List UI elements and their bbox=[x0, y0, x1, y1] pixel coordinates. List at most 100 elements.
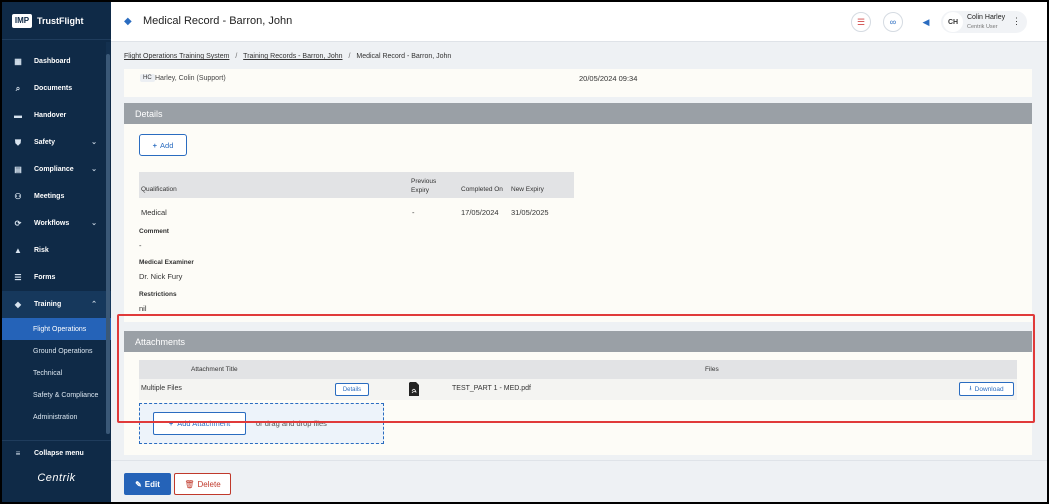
brand[interactable]: IMP TrustFlight bbox=[2, 2, 111, 40]
author-name: Harley, Colin (Support) bbox=[155, 75, 226, 82]
examiner-label: Medical Examiner bbox=[139, 259, 194, 266]
sidebar-item-label: Meetings bbox=[34, 193, 65, 200]
column-new-expiry: New Expiry bbox=[511, 186, 544, 193]
forms-icon: ☰ bbox=[14, 273, 22, 282]
sidebar-subitem-safety-compliance[interactable]: Safety & Compliance bbox=[2, 384, 111, 406]
record-date: 20/05/2024 09:34 bbox=[579, 74, 638, 83]
record-content: HC Harley, Colin (Support) 20/05/2024 09… bbox=[124, 69, 1032, 455]
edit-icon: ✎ bbox=[135, 479, 142, 489]
section-gap bbox=[124, 322, 1032, 331]
sidebar-item-dashboard[interactable]: ▦ Dashboard bbox=[2, 48, 111, 75]
collapse-menu-button[interactable]: ≡ Collapse menu bbox=[2, 440, 111, 466]
column-previous-expiry: Previous Expiry bbox=[411, 178, 437, 194]
sidebar-item-label: Compliance bbox=[34, 166, 74, 173]
edit-label: Edit bbox=[144, 479, 160, 489]
column-qualification: Qualification bbox=[141, 186, 177, 193]
kebab-menu-icon[interactable]: ⋮ bbox=[1012, 16, 1021, 27]
comment-value: - bbox=[139, 241, 142, 250]
sidebar-item-label: Safety bbox=[34, 139, 56, 146]
author-initials: HC bbox=[140, 74, 155, 82]
file-name-link[interactable]: TEST_PART 1 - MED.pdf bbox=[452, 385, 531, 392]
brand-name: TrustFlight bbox=[37, 15, 84, 26]
link-icon: ∞ bbox=[889, 17, 897, 27]
examiner-value: Dr. Nick Fury bbox=[139, 272, 183, 281]
attachment-title: Multiple Files bbox=[141, 385, 182, 392]
sidebar-item-label: Documents bbox=[34, 85, 73, 92]
details-button[interactable]: Details bbox=[335, 383, 369, 396]
cell-previous-expiry: - bbox=[412, 208, 415, 217]
edit-button[interactable]: ✎ Edit bbox=[124, 473, 171, 495]
sidebar-item-meetings[interactable]: ⚇ Meetings bbox=[2, 183, 111, 210]
paperclip-icon: ⌕ bbox=[15, 83, 21, 93]
table-row: Medical - 17/05/2024 31/05/2025 bbox=[139, 198, 574, 225]
comment-label: Comment bbox=[139, 228, 169, 235]
breadcrumb: Flight Operations Training System / Trai… bbox=[124, 53, 451, 60]
sidebar-subitem-technical[interactable]: Technical bbox=[2, 362, 111, 384]
table-row: Multiple Files Details TEST_PART 1 - MED… bbox=[139, 379, 1017, 400]
user-role: Centrik User bbox=[967, 24, 998, 30]
reports-button[interactable]: ☰ bbox=[851, 12, 871, 32]
page-title-main: Medical Record bbox=[143, 15, 220, 27]
user-menu[interactable]: CH Colin Harley Centrik User ⋮ bbox=[941, 11, 1027, 33]
breadcrumb-link-training-records[interactable]: Training Records - Barron, John bbox=[243, 53, 342, 60]
sidebar-subitem-ground-operations[interactable]: Ground Operations bbox=[2, 340, 111, 362]
download-label: Download bbox=[974, 385, 1004, 393]
cell-qualification: Medical bbox=[141, 208, 167, 217]
chevron-down-icon: ⌄ bbox=[91, 166, 97, 173]
qualification-table: Qualification Previous Expiry Completed … bbox=[139, 172, 574, 225]
sidebar-scroll-thumb[interactable] bbox=[106, 54, 110, 434]
breadcrumb-link-training-system[interactable]: Flight Operations Training System bbox=[124, 53, 229, 60]
sidebar-subitem-flight-operations[interactable]: Flight Operations bbox=[2, 318, 111, 340]
delete-button[interactable]: 🗑 Delete bbox=[174, 473, 231, 495]
link-button[interactable]: ∞ bbox=[883, 12, 903, 32]
attachment-dropzone[interactable]: + Add Attachment or drag and drop files bbox=[139, 403, 384, 444]
workflow-icon: ⟳ bbox=[14, 219, 22, 228]
download-button[interactable]: ⭳ Download bbox=[959, 382, 1014, 396]
table-header: Attachment Title Files bbox=[139, 360, 1017, 379]
announcements-button[interactable]: ◀ bbox=[916, 12, 936, 32]
drag-drop-hint: or drag and drop files bbox=[256, 419, 327, 428]
graduation-cap-icon: ◆ bbox=[14, 300, 22, 309]
sidebar-item-label: Dashboard bbox=[34, 58, 71, 65]
dashboard-icon: ▦ bbox=[14, 57, 22, 66]
record-meta: HC Harley, Colin (Support) 20/05/2024 09… bbox=[124, 69, 1032, 97]
sidebar-item-handover[interactable]: ▬ Handover bbox=[2, 102, 111, 129]
sidebar-item-compliance[interactable]: ▤ Compliance ⌄ bbox=[2, 156, 111, 183]
add-attachment-button[interactable]: + Add Attachment bbox=[153, 412, 246, 435]
column-files: Files bbox=[705, 366, 719, 373]
sidebar-item-label: Forms bbox=[34, 274, 56, 281]
sidebar-item-training[interactable]: ◆ Training ⌃ bbox=[2, 291, 111, 318]
risk-icon: ▲ bbox=[14, 246, 22, 255]
screenshot-frame: IMP TrustFlight ▦ Dashboard ⌕ Documents … bbox=[0, 0, 1049, 504]
chevron-up-icon: ⌃ bbox=[91, 301, 97, 308]
sidebar-nav: ▦ Dashboard ⌕ Documents ▬ Handover ⛊ Saf… bbox=[2, 40, 111, 318]
sidebar-item-workflows[interactable]: ⟳ Workflows ⌄ bbox=[2, 210, 111, 237]
clipboard-icon: ▤ bbox=[14, 165, 22, 174]
download-icon: ⭳ bbox=[969, 384, 972, 392]
sidebar-item-risk[interactable]: ▲ Risk bbox=[2, 237, 111, 264]
action-bar: ✎ Edit 🗑 Delete bbox=[111, 460, 1047, 502]
details-heading: Details bbox=[124, 103, 1032, 124]
breadcrumb-current: Medical Record - Barron, John bbox=[356, 53, 452, 60]
restrictions-label: Restrictions bbox=[139, 291, 177, 298]
meetings-icon: ⚇ bbox=[14, 192, 22, 201]
sidebar-item-label: Risk bbox=[34, 247, 49, 254]
pdf-file-icon bbox=[409, 382, 419, 396]
topbar: ◆ Medical Record - Barron, John ☰ ∞ ◀ CH… bbox=[111, 2, 1047, 42]
user-name: Colin Harley bbox=[967, 14, 1006, 21]
sidebar-item-documents[interactable]: ⌕ Documents bbox=[2, 75, 111, 102]
sidebar-item-safety[interactable]: ⛊ Safety ⌄ bbox=[2, 129, 111, 156]
page-title-subject: Barron, John bbox=[229, 15, 293, 27]
plus-icon: + bbox=[152, 140, 158, 150]
add-qualification-button[interactable]: + Add bbox=[139, 134, 187, 156]
sidebar-item-label: Workflows bbox=[34, 220, 70, 227]
brand-badge: IMP bbox=[12, 13, 32, 28]
shield-icon: ⛊ bbox=[15, 137, 21, 147]
sidebar-item-forms[interactable]: ☰ Forms bbox=[2, 264, 111, 291]
attachments-heading: Attachments bbox=[124, 331, 1032, 352]
stack-icon: ☰ bbox=[856, 16, 866, 27]
page-title: Medical Record - Barron, John bbox=[143, 15, 292, 27]
sidebar-subitem-administration[interactable]: Administration bbox=[2, 406, 111, 428]
breadcrumb-separator: / bbox=[235, 53, 238, 60]
cell-completed-on: 17/05/2024 bbox=[461, 208, 499, 217]
